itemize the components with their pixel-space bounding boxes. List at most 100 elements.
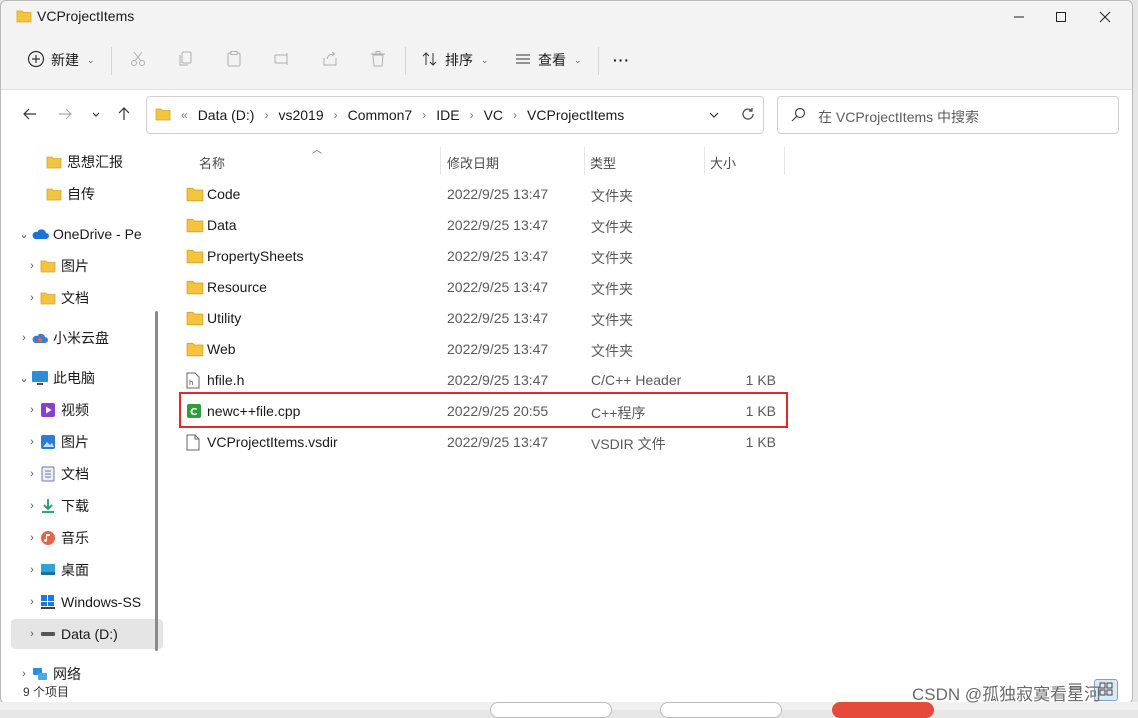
breadcrumb-item[interactable]: Common7 [348,107,413,123]
address-bar[interactable]: « Data (D:) › vs2019 › Common7 › IDE › V… [146,96,764,134]
chevron-right-icon[interactable]: › [25,500,39,512]
arrow-left-icon [22,106,38,125]
minimize-button[interactable] [998,1,1040,33]
sidebar-item[interactable]: › 视频 [1,395,175,425]
view-button[interactable]: 查看 ⌄ [514,45,582,75]
column-divider[interactable] [784,147,785,175]
new-label: 新建 [51,52,79,68]
chevron-right-icon[interactable]: › [470,108,474,122]
folder-icon [39,258,57,274]
chevron-down-icon[interactable]: ⌄ [17,372,31,385]
chevron-right-icon[interactable]: › [17,332,31,344]
sidebar-item-onedrive[interactable]: ⌄ OneDrive - Pe [1,219,167,249]
folder-icon [155,107,171,124]
up-button[interactable] [113,104,135,126]
breadcrumb-item[interactable]: VC [484,107,503,123]
column-header-name[interactable]: 名称 [199,147,225,177]
file-row[interactable]: Utility 2022/9/25 13:47 文件夹 [182,304,782,334]
cut-button[interactable] [129,45,147,75]
file-type: 文件夹 [591,312,633,328]
delete-button[interactable] [369,45,387,75]
column-divider[interactable] [584,147,585,175]
close-button[interactable] [1084,1,1126,33]
sidebar-item[interactable]: › 图片 [1,251,175,281]
search-placeholder: 在 VCProjectItems 中搜索 [818,109,980,125]
column-header-size[interactable]: 大小 [710,147,736,177]
chevron-right-icon[interactable]: › [17,668,31,680]
file-name: Code [207,186,241,202]
sidebar-item[interactable]: › 文档 [1,459,175,489]
file-size: 1 KB [745,372,776,388]
chevron-right-icon[interactable]: › [25,404,39,416]
column-header-type[interactable]: 类型 [590,147,616,177]
file-row[interactable]: Resource 2022/9/25 13:47 文件夹 [182,273,782,303]
copy-icon [177,50,195,71]
file-row[interactable]: Web 2022/9/25 13:47 文件夹 [182,335,782,365]
chevron-right-icon[interactable]: › [422,108,426,122]
breadcrumb-item[interactable]: Data (D:) [198,107,255,123]
sidebar-item[interactable]: › 下载 [1,491,175,521]
breadcrumb-item[interactable]: IDE [436,107,459,123]
file-name: PropertySheets [207,248,304,264]
sidebar-item[interactable]: › 图片 [1,427,175,457]
search-box[interactable]: 在 VCProjectItems 中搜索 [777,96,1119,134]
breadcrumb-item[interactable]: VCProjectItems [527,107,624,123]
share-button[interactable] [321,45,339,75]
refresh-icon[interactable] [741,107,755,124]
chevron-right-icon[interactable]: › [25,564,39,576]
sidebar-item-mi-cloud[interactable]: › 小米云盘 [1,323,167,353]
copy-button[interactable] [177,45,195,75]
chevron-right-icon[interactable]: › [25,436,39,448]
file-row[interactable]: PropertySheets 2022/9/25 13:47 文件夹 [182,242,782,272]
column-header-date[interactable]: 修改日期 [447,147,499,177]
desktop-icon [39,562,57,578]
sidebar-scrollbar[interactable] [155,311,158,651]
file-row[interactable]: Code 2022/9/25 13:47 文件夹 [182,180,782,210]
file-date: 2022/9/25 13:47 [447,341,549,357]
file-date: 2022/9/25 13:47 [447,372,549,388]
breadcrumb-overflow[interactable]: « [181,108,188,122]
sort-button[interactable]: 排序 ⌄ [421,45,489,75]
file-row[interactable]: VCProjectItems.vsdir 2022/9/25 13:47 VSD… [182,428,782,458]
chevron-right-icon[interactable]: › [25,596,39,608]
sort-label: 排序 [445,52,473,68]
history-dropdown-icon[interactable] [709,107,719,123]
sidebar-item[interactable]: › 桌面 [1,555,175,585]
folder-icon [16,9,32,26]
folder-icon [45,186,63,202]
file-row[interactable]: Data 2022/9/25 13:47 文件夹 [182,211,782,241]
sidebar-item-label: Windows-SS [61,594,142,610]
chevron-right-icon[interactable]: › [25,292,39,304]
chevron-right-icon[interactable]: › [264,108,268,122]
chevron-right-icon[interactable]: › [25,468,39,480]
file-type: C/C++ Header [591,372,682,388]
column-divider[interactable] [704,147,705,175]
file-name: Resource [207,279,267,295]
rename-button[interactable] [273,45,291,75]
chevron-right-icon[interactable]: › [25,628,39,640]
forward-button[interactable] [54,104,76,126]
sidebar-item[interactable]: › Windows-SS [1,587,175,617]
file-name: Web [207,341,236,357]
chevron-down-icon[interactable]: ⌄ [17,228,31,241]
sidebar-item-data-drive[interactable]: › Data (D:) [11,619,163,649]
chevron-right-icon[interactable]: › [25,260,39,272]
title-bar[interactable]: VCProjectItems [1,1,1132,33]
sidebar-item[interactable]: › 文档 [1,283,175,313]
chevron-right-icon[interactable]: › [334,108,338,122]
breadcrumb-item[interactable]: vs2019 [278,107,323,123]
new-button[interactable]: 新建 ⌄ [27,45,95,75]
pc-icon [31,370,49,386]
paste-button[interactable] [225,45,243,75]
column-divider[interactable] [440,147,441,175]
back-button[interactable] [19,104,41,126]
sidebar-item-label: 图片 [61,258,89,274]
maximize-button[interactable] [1040,1,1082,33]
chevron-right-icon[interactable]: › [25,532,39,544]
chevron-right-icon[interactable]: › [513,108,517,122]
folder-icon [39,290,57,306]
sidebar-item-this-pc[interactable]: ⌄ 此电脑 [1,363,167,393]
sidebar-item[interactable]: › 音乐 [1,523,175,553]
recent-locations-button[interactable] [85,104,107,126]
more-options-button[interactable]: ··· [613,45,630,75]
